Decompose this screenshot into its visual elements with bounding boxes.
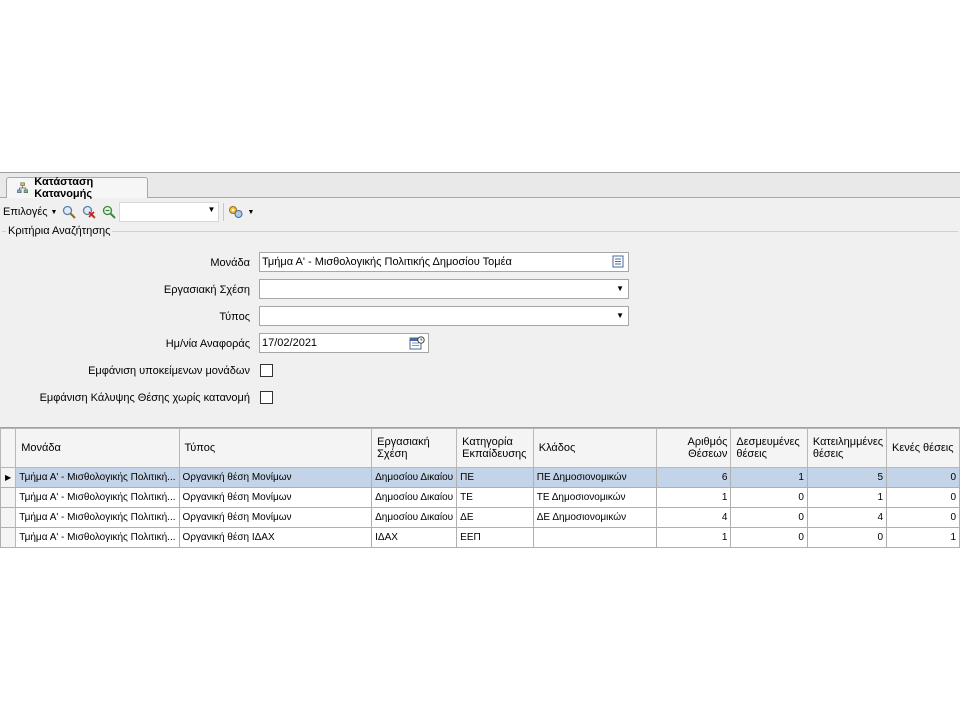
chevron-down-icon[interactable]: ▼	[208, 205, 216, 214]
cell-unit[interactable]: Τμήμα Α' - Μισθολογικής Πολιτική...	[15, 507, 180, 528]
column-header-vacant[interactable]: Κενές θέσεις	[886, 428, 960, 468]
cell-vacant[interactable]: 0	[886, 487, 960, 508]
row-indicator-header	[0, 428, 17, 468]
tools-dropdown-icon[interactable]: ▼	[247, 209, 254, 216]
cell-vacant[interactable]: 0	[886, 467, 960, 488]
cell-category[interactable]: ΠΕ	[456, 467, 534, 488]
toolbar-combo[interactable]: ▼	[119, 202, 220, 222]
column-header-branch[interactable]: Κλάδος	[532, 428, 657, 468]
results-grid: Μονάδα Τύπος Εργασιακή Σχέση Κατηγορία Ε…	[0, 427, 960, 552]
unit-label: Μονάδα	[210, 257, 250, 269]
search-criteria-group: Κριτήρια Αναζήτησης Μονάδα Τμήμα Α' - Μι…	[2, 225, 958, 424]
grid-header-row: Μονάδα Τύπος Εργασιακή Σχέση Κατηγορία Ε…	[0, 428, 960, 468]
row-indicator	[0, 507, 17, 528]
allocation-window: Κατάσταση Κατανομής Επιλογές ▼ ▼ ▼ Κριτή…	[0, 172, 960, 552]
chevron-down-icon[interactable]: ▼	[616, 307, 624, 325]
cell-unit[interactable]: Τμήμα Α' - Μισθολογικής Πολιτική...	[15, 467, 180, 488]
search-icon[interactable]	[61, 204, 77, 220]
cell-positions[interactable]: 4	[655, 507, 732, 528]
cell-reserved[interactable]: 0	[730, 527, 808, 548]
results-table: Μονάδα Τύπος Εργασιακή Σχέση Κατηγορία Ε…	[0, 428, 960, 548]
toolbar-separator	[223, 203, 225, 221]
table-row[interactable]: Τμήμα Α' - Μισθολογικής Πολιτική... Οργα…	[0, 507, 960, 528]
cell-unit[interactable]: Τμήμα Α' - Μισθολογικής Πολιτική...	[15, 527, 180, 548]
hierarchy-icon	[17, 182, 29, 193]
cell-relation[interactable]: ΙΔΑΧ	[371, 527, 458, 548]
table-row[interactable]: Τμήμα Α' - Μισθολογικής Πολιτική... Οργα…	[0, 527, 960, 548]
cell-occupied[interactable]: 4	[806, 507, 888, 528]
table-row[interactable]: Τμήμα Α' - Μισθολογικής Πολιτική... Οργα…	[0, 487, 960, 508]
unit-value: Τμήμα Α' - Μισθολογικής Πολιτικής Δημοσί…	[262, 256, 512, 268]
cell-category[interactable]: ΕΕΠ	[456, 527, 534, 548]
cell-branch[interactable]: ΠΕ Δημοσιονομικών	[532, 467, 657, 488]
row-indicator	[0, 527, 17, 548]
cell-branch[interactable]	[532, 527, 657, 548]
options-dropdown-icon[interactable]: ▼	[51, 209, 58, 216]
date-value: 17/02/2021	[262, 337, 318, 349]
options-menu[interactable]: Επιλογές	[3, 206, 48, 218]
date-label: Ημ/νία Αναφοράς	[165, 338, 250, 350]
uncovered-checkbox[interactable]	[260, 391, 273, 404]
row-indicator	[0, 487, 17, 508]
cell-category[interactable]: ΔΕ	[456, 507, 534, 528]
cell-occupied[interactable]: 5	[806, 467, 888, 488]
cell-occupied[interactable]: 0	[806, 527, 888, 548]
relation-select[interactable]: ▼	[259, 279, 629, 299]
sub-units-checkbox[interactable]	[260, 364, 273, 377]
type-label: Τύπος	[219, 311, 250, 323]
cell-branch[interactable]: ΔΕ Δημοσιονομικών	[532, 507, 657, 528]
cell-type[interactable]: Οργανική θέση ΙΔΑΧ	[178, 527, 373, 548]
chevron-down-icon[interactable]: ▼	[616, 280, 624, 298]
cell-relation[interactable]: Δημοσίου Δικαίου	[371, 487, 458, 508]
cell-reserved[interactable]: 1	[730, 467, 808, 488]
cell-type[interactable]: Οργανική θέση Μονίμων	[178, 507, 373, 528]
cell-reserved[interactable]: 0	[730, 487, 808, 508]
cell-positions[interactable]: 1	[655, 487, 732, 508]
cell-occupied[interactable]: 1	[806, 487, 888, 508]
tab-title: Κατάσταση Κατανομής	[34, 176, 94, 200]
unit-field[interactable]: Τμήμα Α' - Μισθολογικής Πολιτικής Δημοσί…	[259, 252, 629, 272]
cell-type[interactable]: Οργανική θέση Μονίμων	[178, 467, 373, 488]
column-header-relation[interactable]: Εργασιακή Σχέση	[371, 428, 458, 468]
table-row[interactable]: ▶ Τμήμα Α' - Μισθολογικής Πολιτική... Ορ…	[0, 467, 960, 488]
type-select[interactable]: ▼	[259, 306, 629, 326]
cell-branch[interactable]: ΤΕ Δημοσιονομικών	[532, 487, 657, 508]
tab-allocation-status[interactable]: Κατάσταση Κατανομής	[6, 176, 148, 200]
list-picker-icon[interactable]	[612, 255, 625, 269]
cell-vacant[interactable]: 0	[886, 507, 960, 528]
column-header-unit[interactable]: Μονάδα	[15, 428, 180, 468]
search-criteria-title: Κριτήρια Αναζήτησης	[6, 225, 113, 237]
clear-search-icon[interactable]	[81, 204, 97, 220]
calendar-icon[interactable]	[409, 335, 425, 351]
filter-icon[interactable]	[101, 204, 117, 220]
tools-icon[interactable]	[228, 204, 244, 220]
column-header-reserved[interactable]: Δεσμευμένες θέσεις	[730, 428, 808, 468]
tab-strip: Κατάσταση Κατανομής	[0, 173, 960, 200]
column-header-type[interactable]: Τύπος	[178, 428, 373, 468]
cell-relation[interactable]: Δημοσίου Δικαίου	[371, 467, 458, 488]
cell-positions[interactable]: 6	[655, 467, 732, 488]
cell-reserved[interactable]: 0	[730, 507, 808, 528]
cell-category[interactable]: ΤΕ	[456, 487, 534, 508]
sub-units-label: Εμφάνιση υποκείμενων μονάδων	[88, 365, 250, 377]
relation-label: Εργασιακή Σχέση	[163, 284, 250, 296]
column-header-positions[interactable]: Αριθμός Θέσεων	[655, 428, 732, 468]
column-header-occupied[interactable]: Κατειλημμένες θέσεις	[806, 428, 888, 468]
current-row-indicator-icon: ▶	[0, 467, 17, 488]
cell-relation[interactable]: Δημοσίου Δικαίου	[371, 507, 458, 528]
column-header-category[interactable]: Κατηγορία Εκπαίδευσης	[456, 428, 534, 468]
cell-unit[interactable]: Τμήμα Α' - Μισθολογικής Πολιτική...	[15, 487, 180, 508]
cell-positions[interactable]: 1	[655, 527, 732, 548]
cell-vacant[interactable]: 1	[886, 527, 960, 548]
toolbar: Επιλογές ▼ ▼ ▼	[0, 199, 960, 225]
uncovered-label: Εμφάνιση Κάλυψης Θέσης χωρίς κατανομή	[39, 392, 250, 404]
cell-type[interactable]: Οργανική θέση Μονίμων	[178, 487, 373, 508]
date-field[interactable]: 17/02/2021	[259, 333, 429, 353]
